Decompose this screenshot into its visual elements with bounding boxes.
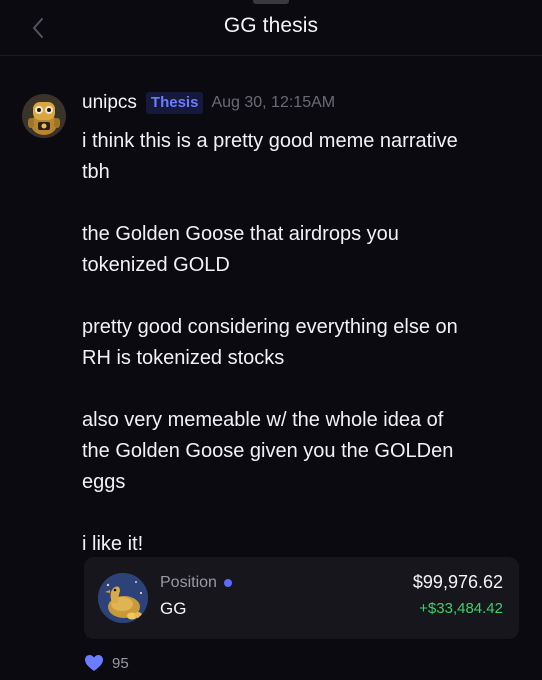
heart-icon [85,655,103,671]
position-value: $99,976.62 [412,572,503,592]
screen: GG thesis unipcs Thesis Aug 30, 12:15AM [0,0,542,680]
like-count: 95 [112,654,129,672]
position-label: Position [160,574,232,592]
position-ticker: GG [160,599,187,618]
post-meta: unipcs Thesis Aug 30, 12:15AM [82,90,335,116]
header: GG thesis [0,0,542,56]
position-change: +$33,484.42 [419,600,503,617]
avatar[interactable] [22,94,66,138]
timestamp: Aug 30, 12:15AM [211,94,336,111]
robot-avatar-icon [22,94,66,138]
post-body: i think this is a pretty good meme narra… [82,126,522,591]
post-paragraph: i think this is a pretty good meme narra… [82,130,458,183]
token-image [98,573,148,623]
post-paragraph: also very memeable w/ the whole idea of … [82,409,454,493]
position-card[interactable]: Position GG $99,976.62 +$33,484.42 [84,557,519,639]
page-title: GG thesis [223,14,319,37]
post-paragraph: pretty good considering everything else … [82,316,458,369]
thesis-tag: Thesis [145,92,204,114]
golden-goose-icon [98,573,148,623]
username[interactable]: unipcs [82,92,137,114]
position-label-text: Position [160,574,217,591]
position-indicator-dot [223,579,232,587]
header-divider [0,55,542,56]
like-button[interactable]: 95 [84,654,129,672]
post-paragraph: i like it! [82,533,144,555]
post-paragraph: the Golden Goose that airdrops you token… [82,223,399,276]
